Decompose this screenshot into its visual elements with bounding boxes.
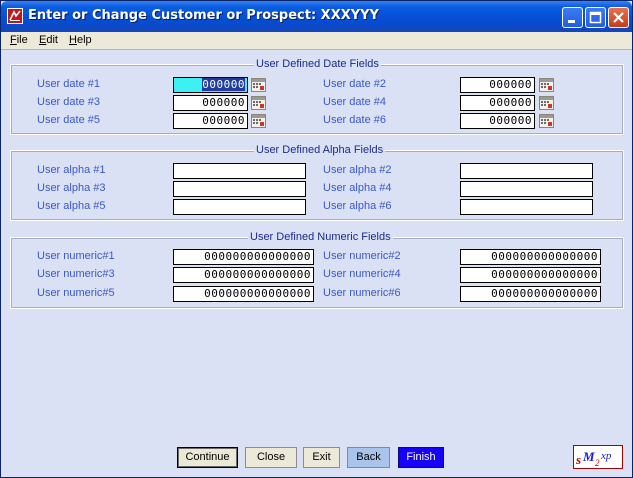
user-date-2-label: User date #2 bbox=[323, 78, 386, 90]
window-title: Enter or Change Customer or Prospect: XX… bbox=[28, 8, 379, 23]
user-alpha-1-label: User alpha #1 bbox=[37, 164, 106, 176]
calendar-icon[interactable] bbox=[539, 96, 554, 110]
close-icon bbox=[613, 12, 624, 23]
user-numeric-1-input[interactable]: 000000000000000 bbox=[173, 249, 314, 265]
user-date-4-label: User date #4 bbox=[323, 96, 386, 108]
menu-help-label: elp bbox=[76, 34, 92, 46]
menu-bar: File Edit Help bbox=[1, 32, 632, 50]
calendar-icon[interactable] bbox=[251, 114, 266, 128]
user-alpha-4-label: User alpha #4 bbox=[323, 182, 392, 194]
user-date-5-label: User date #5 bbox=[37, 114, 100, 126]
user-numeric-5-input[interactable]: 000000000000000 bbox=[173, 286, 314, 302]
user-date-4-input[interactable]: 000000 bbox=[460, 95, 535, 111]
close-window-button[interactable] bbox=[608, 7, 629, 28]
user-date-5-input[interactable]: 000000 bbox=[173, 113, 248, 129]
user-alpha-2-input[interactable] bbox=[460, 163, 593, 179]
user-date-6-input[interactable]: 000000 bbox=[460, 113, 535, 129]
user-alpha-3-input[interactable] bbox=[173, 181, 306, 197]
numeric-group-title: User Defined Numeric Fields bbox=[248, 231, 393, 243]
user-date-2-input[interactable]: 000000 bbox=[460, 77, 535, 93]
user-alpha-5-label: User alpha #5 bbox=[37, 200, 106, 212]
menu-file-mnemonic: F bbox=[10, 34, 17, 46]
user-date-3-label: User date #3 bbox=[37, 96, 100, 108]
user-alpha-2-label: User alpha #2 bbox=[323, 164, 392, 176]
user-alpha-6-input[interactable] bbox=[460, 199, 593, 215]
menu-help-mnemonic: H bbox=[69, 34, 77, 46]
user-numeric-2-label: User numeric#2 bbox=[323, 250, 401, 262]
user-date-1-value: 000000 bbox=[202, 78, 245, 91]
menu-help[interactable]: Help bbox=[69, 34, 92, 46]
exit-button[interactable]: Exit bbox=[303, 447, 340, 468]
svg-text:xp: xp bbox=[600, 450, 612, 462]
maximize-icon bbox=[589, 11, 602, 24]
user-numeric-4-input[interactable]: 000000000000000 bbox=[460, 267, 601, 283]
user-alpha-3-label: User alpha #3 bbox=[37, 182, 106, 194]
calendar-icon[interactable] bbox=[251, 96, 266, 110]
menu-edit[interactable]: Edit bbox=[39, 34, 58, 46]
menu-file-label: ile bbox=[16, 34, 28, 46]
customer-window: Enter or Change Customer or Prospect: XX… bbox=[0, 0, 633, 478]
user-alpha-1-input[interactable] bbox=[173, 163, 306, 179]
user-numeric-6-label: User numeric#6 bbox=[323, 287, 401, 299]
menu-edit-label: dit bbox=[46, 34, 58, 46]
title-bar[interactable]: Enter or Change Customer or Prospect: XX… bbox=[1, 1, 632, 32]
svg-text:M: M bbox=[582, 449, 595, 464]
user-numeric-4-label: User numeric#4 bbox=[323, 268, 401, 280]
finish-button[interactable]: Finish bbox=[398, 447, 444, 468]
minimize-icon bbox=[568, 20, 575, 23]
user-numeric-6-input[interactable]: 000000000000000 bbox=[460, 286, 601, 302]
user-alpha-4-input[interactable] bbox=[460, 181, 593, 197]
app-icon[interactable] bbox=[7, 8, 23, 24]
maximize-button[interactable] bbox=[585, 7, 606, 28]
svg-text:s: s bbox=[575, 452, 581, 467]
svg-text:2: 2 bbox=[595, 458, 600, 468]
back-button[interactable]: Back bbox=[347, 447, 390, 468]
calendar-icon[interactable] bbox=[539, 78, 554, 92]
user-date-1-input[interactable]: 000000 bbox=[173, 77, 248, 93]
minimize-button[interactable] bbox=[562, 7, 583, 28]
continue-button[interactable]: Continue bbox=[177, 447, 238, 468]
user-date-6-label: User date #6 bbox=[323, 114, 386, 126]
user-date-3-input[interactable]: 000000 bbox=[173, 95, 248, 111]
user-numeric-1-label: User numeric#1 bbox=[37, 250, 115, 262]
calendar-icon[interactable] bbox=[251, 78, 266, 92]
date-group-title: User Defined Date Fields bbox=[254, 58, 381, 70]
user-numeric-3-input[interactable]: 000000000000000 bbox=[173, 267, 314, 283]
calendar-icon[interactable] bbox=[539, 114, 554, 128]
user-numeric-2-input[interactable]: 000000000000000 bbox=[460, 249, 601, 265]
close-button[interactable]: Close bbox=[245, 447, 297, 468]
menu-file[interactable]: File bbox=[10, 34, 28, 46]
alpha-group-title: User Defined Alpha Fields bbox=[254, 144, 386, 156]
user-numeric-5-label: User numeric#5 bbox=[37, 287, 115, 299]
user-date-1-label: User date #1 bbox=[37, 78, 100, 90]
user-alpha-5-input[interactable] bbox=[173, 199, 306, 215]
user-numeric-3-label: User numeric#3 bbox=[37, 268, 115, 280]
sm2xp-logo: s M 2 xp bbox=[573, 445, 623, 469]
user-alpha-6-label: User alpha #6 bbox=[323, 200, 392, 212]
